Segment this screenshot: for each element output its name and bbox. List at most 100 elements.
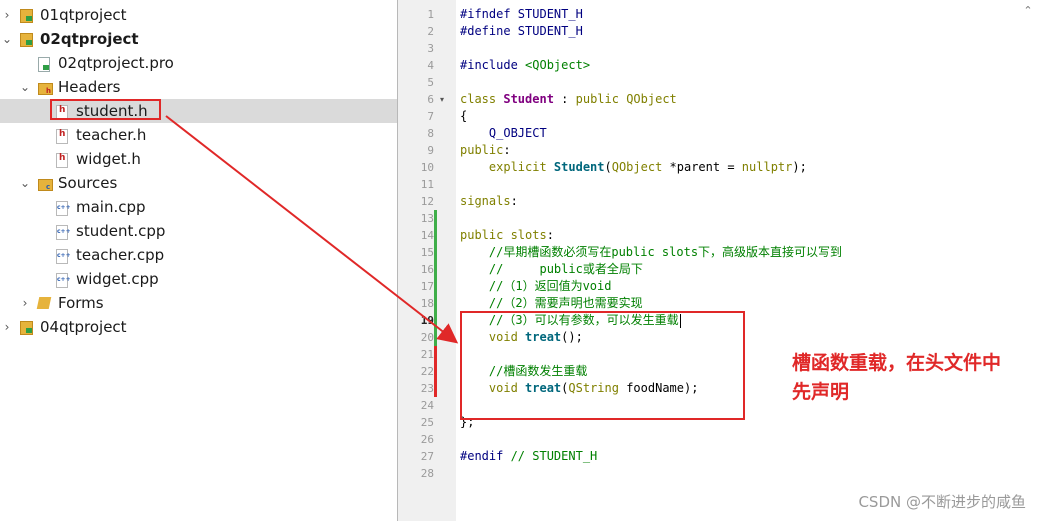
code-token: nullptr (741, 160, 793, 174)
line-number: 23 (420, 382, 434, 395)
chevron-right-icon[interactable]: › (0, 3, 14, 27)
code-line[interactable]: #ifndef STUDENT_H (460, 6, 583, 23)
line-number: 5 (427, 76, 434, 89)
code-editor[interactable]: 1 2 3 4 5 6 7 8 9 10 11 12 13 14 15 16 17 18 19 20 21 22 23 24 2… (398, 0, 1042, 521)
line-number: 24 (420, 399, 434, 412)
line-number: 25 (420, 416, 434, 429)
code-token: public (460, 228, 511, 242)
chevron-down-icon[interactable]: ⌄ (18, 75, 32, 99)
tree-item[interactable]: ⌄ h Headers (0, 75, 397, 99)
line-number: 8 (427, 127, 434, 140)
tree-item[interactable]: teacher.cpp (0, 243, 397, 267)
line-number: 18 (420, 297, 434, 310)
tree-item-label: widget.h (76, 150, 141, 168)
tree-item[interactable]: 02qtproject.pro (0, 51, 397, 75)
code-token: public (575, 92, 627, 106)
line-number: 9 (427, 144, 434, 157)
code-line[interactable]: //（2）需要声明也需要实现 (460, 295, 643, 312)
line-number-gutter: 1 2 3 4 5 6 7 8 9 10 11 12 13 14 15 16 17 18 19 20 21 22 23 24 2… (398, 0, 456, 521)
tree-item[interactable]: › Forms (0, 291, 397, 315)
code-token: : (510, 194, 518, 208)
code-line[interactable]: { (460, 108, 467, 125)
code-line[interactable]: Q_OBJECT (460, 125, 547, 142)
line-number: 20 (420, 331, 434, 344)
code-token: explicit (460, 160, 554, 174)
code-token: Q_OBJECT (460, 126, 547, 140)
tree-item-label: teacher.h (76, 126, 147, 144)
tree-item[interactable]: widget.h (0, 147, 397, 171)
line-number: 12 (420, 195, 434, 208)
tree-item-label: Sources (58, 174, 118, 192)
code-line[interactable]: class Student : public QObject (460, 91, 677, 108)
change-marker-added (434, 210, 437, 346)
code-highlight-box (460, 311, 745, 420)
annotation-line-2: 先声明 (792, 381, 850, 403)
line-number: 4 (427, 59, 434, 72)
tree-item-label: main.cpp (76, 198, 146, 216)
line-number: 17 (420, 280, 434, 293)
code-token: // public或者全局下 (460, 262, 643, 276)
line-number: 13 (420, 212, 434, 225)
code-token: //（1）返回值为void (460, 279, 612, 293)
scroll-up-icon[interactable]: ⌃ (1022, 5, 1034, 17)
tree-item[interactable]: › 04qtproject (0, 315, 397, 339)
pro-file-icon (38, 57, 50, 72)
code-token: : (553, 92, 576, 106)
tree-item[interactable]: widget.cpp (0, 267, 397, 291)
code-token: QObject (611, 160, 663, 174)
headers-folder-icon: h (38, 83, 53, 95)
chevron-right-icon[interactable]: › (18, 291, 32, 315)
chevron-down-icon[interactable]: ⌄ (18, 171, 32, 195)
cpp-file-icon (56, 249, 71, 264)
code-token: ( (604, 160, 612, 174)
tree-item[interactable]: teacher.h (0, 123, 397, 147)
line-number: 27 (420, 450, 434, 463)
tree-item-label: 01qtproject (40, 6, 127, 24)
tree-item-label: widget.cpp (76, 270, 159, 288)
tree-item[interactable]: main.cpp (0, 195, 397, 219)
code-token: *parent = (662, 160, 742, 174)
code-line[interactable]: #define STUDENT_H (460, 23, 583, 40)
tree-item-label: 02qtproject.pro (58, 54, 174, 72)
cpp-file-icon (56, 273, 71, 288)
line-number: 15 (420, 246, 434, 259)
tree-item-label: teacher.cpp (76, 246, 165, 264)
tree-item[interactable]: student.cpp (0, 219, 397, 243)
code-line[interactable]: #include <QObject> (460, 57, 590, 74)
code-token: signals (460, 194, 511, 208)
watermark: CSDN @不断进步的咸鱼 (858, 493, 1026, 511)
code-line[interactable]: //（1）返回值为void (460, 278, 612, 295)
code-token: <QObject> (525, 58, 591, 72)
tree-item[interactable]: ⌄ c Sources (0, 171, 397, 195)
tree-item[interactable]: › 01qtproject (0, 3, 397, 27)
code-token: class (460, 92, 504, 106)
line-number: 19 (420, 314, 434, 327)
chevron-down-icon[interactable]: ⌄ (0, 27, 14, 51)
tree-item-label: 02qtproject (40, 30, 139, 48)
code-token: //早期槽函数必须写在public slots下，高级版本直接可以写到 (460, 245, 843, 259)
code-line[interactable]: public slots: (460, 227, 554, 244)
code-line[interactable]: signals: (460, 193, 518, 210)
line-number: 21 (420, 348, 434, 361)
code-line[interactable]: #endif // STUDENT_H (460, 448, 597, 465)
fold-marker-icon[interactable]: ▾ (440, 91, 444, 108)
cpp-file-icon (56, 201, 71, 216)
code-token: #define STUDENT_H (460, 24, 583, 38)
code-token: ); (792, 160, 807, 174)
cpp-file-icon (56, 225, 71, 240)
tree-item-label: student.cpp (76, 222, 166, 240)
code-token: //（2）需要声明也需要实现 (460, 296, 643, 310)
code-line[interactable]: // public或者全局下 (460, 261, 643, 278)
code-token: Student (553, 160, 605, 174)
code-line[interactable]: public: (460, 142, 511, 159)
code-token: #endif (460, 449, 511, 463)
project-icon (20, 33, 33, 47)
project-icon (20, 9, 33, 23)
code-line[interactable]: //早期槽函数必须写在public slots下，高级版本直接可以写到 (460, 244, 842, 261)
chevron-right-icon[interactable]: › (0, 315, 14, 339)
tree-item[interactable]: ⌄ 02qtproject (0, 27, 397, 51)
code-token: { (460, 109, 468, 123)
tree-item-label: 04qtproject (40, 318, 127, 336)
code-line[interactable]: explicit Student(QObject *parent = nullp… (460, 159, 807, 176)
project-tree: › 01qtproject ⌄ 02qtproject 02qtproject.pro ⌄… (0, 0, 397, 521)
